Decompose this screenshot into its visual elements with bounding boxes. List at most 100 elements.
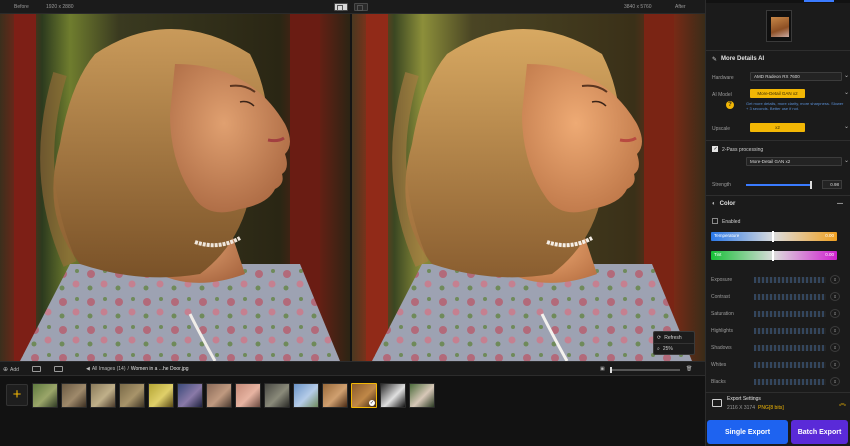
export-format: PNG [758,405,769,411]
adjustment-row-whites: Whites ⇕ [711,360,845,370]
thumbnail-1[interactable] [32,383,58,408]
info-icon[interactable]: ? [726,101,734,109]
export-settings-label: Export Settings [727,396,761,402]
filmstrip-view-button[interactable] [54,366,63,372]
adjustment-stepper[interactable]: ⇕ [830,309,840,318]
thumbnail-3[interactable] [90,383,116,408]
filmstrip: + ✓ [0,376,705,446]
before-label: Before [14,4,29,10]
collapse-icon[interactable]: — [837,201,843,207]
color-title: Color [719,201,736,207]
color-enabled-checkbox[interactable] [712,218,718,224]
adjustment-slider[interactable] [754,311,826,317]
adjustment-slider[interactable] [754,379,826,385]
breadcrumb-folder[interactable]: All Images (14) [92,366,126,372]
thumbnail-size-slider[interactable] [610,367,680,373]
thumbnail-8[interactable] [235,383,261,408]
color-section-icon: ◐ [712,201,716,207]
thumbnail-6[interactable] [177,383,203,408]
thumbnail-10[interactable] [293,383,319,408]
strength-value-field[interactable]: 0.98 [822,180,842,189]
adjustment-stepper[interactable]: ⇕ [830,360,840,369]
image-viewer[interactable]: ⟳ Refresh ⌕ 25% [0,14,705,361]
upscale-select[interactable]: x2 [750,123,805,132]
upscale-value: x2 [775,125,780,130]
tint-slider[interactable]: Tint 0.00 [711,250,837,261]
adjustment-label: Shadows [711,345,732,351]
before-image-pane[interactable] [0,14,350,361]
ai-model-value: More-Detail GAN x2 [757,91,798,96]
thumbnail-12[interactable]: ✓ [351,383,377,408]
ai-model-label: AI Model [712,92,732,98]
temperature-slider[interactable]: Temperature 0.00 [711,231,837,242]
side-by-side-toggle[interactable] [354,3,368,11]
zoom-level-select[interactable]: ⌕ 25% [654,343,694,354]
breadcrumb-separator: / [127,366,129,372]
thumbnail-13[interactable] [380,383,406,408]
adjustment-row-highlights: Highlights ⇕ [711,326,845,336]
thumbnail-4[interactable] [119,383,145,408]
adjustment-row-saturation: Saturation ⇕ [711,309,845,319]
trash-icon[interactable]: 🗑 [686,366,692,372]
chevron-down-icon[interactable]: ⌄ [844,123,849,130]
adjustment-slider[interactable] [754,362,826,368]
thumbnail-9[interactable] [264,383,290,408]
thumbnail-2[interactable] [61,383,87,408]
thumbnail-size-icon: ▣ [600,366,605,372]
navigator-preview[interactable] [766,10,792,42]
add-image-button[interactable]: + [6,384,28,406]
tint-knob[interactable] [772,250,774,261]
adjustment-label: Saturation [711,311,734,317]
strength-slider-knob[interactable] [809,181,812,189]
ai-model-select[interactable]: More-Detail GAN x2 [750,89,805,98]
adjustment-stepper[interactable]: ⇕ [830,377,840,386]
adjustment-stepper[interactable]: ⇕ [830,275,840,284]
chevron-down-icon[interactable]: ⌄ [844,89,849,96]
adjustment-stepper[interactable]: ⇕ [830,326,840,335]
single-export-button[interactable]: Single Export [707,420,788,444]
adjustment-label: Highlights [711,328,733,334]
thumbnail-5[interactable] [148,383,174,408]
adjustment-stepper[interactable]: ⇕ [830,343,840,352]
thumbnail-14[interactable] [409,383,435,408]
batch-export-button[interactable]: Batch Export [791,420,848,444]
strength-slider[interactable] [746,181,812,189]
refresh-label: Refresh [664,334,682,341]
thumbnail-11[interactable] [322,383,348,408]
temperature-knob[interactable] [772,231,774,242]
back-arrow-icon[interactable]: ◀ [86,366,90,372]
zoom-icon: ⌕ [657,346,660,352]
thumbnail-size-knob[interactable] [610,367,612,373]
adjustment-row-exposure: Exposure ⇕ [711,275,845,285]
section-more-details-ai[interactable]: ✎ More Details AI [706,50,850,67]
hardware-select[interactable]: AMD Radeon RX 7600 [750,72,842,81]
adjustment-stepper[interactable]: ⇕ [830,292,840,301]
adjustment-slider[interactable] [754,277,826,283]
thumbnail-7[interactable] [206,383,232,408]
section-color[interactable]: ◐ Color — [706,195,850,212]
adjustment-slider[interactable] [754,328,826,334]
twopass-checkbox[interactable] [712,146,718,152]
zoom-value: 25% [662,346,673,352]
after-label: After [675,4,686,10]
twopass-model-select[interactable]: More-Detail GAN x2 [746,157,842,166]
single-export-label: Single Export [724,428,771,436]
tint-label: Tint [714,252,722,257]
export-settings[interactable]: Export Settings 2116 X 3174 PNG [8 bits]… [705,392,850,418]
split-view-toggle[interactable] [334,3,348,11]
adjustment-slider[interactable] [754,345,826,351]
refresh-button[interactable]: ⟳ Refresh [654,332,694,343]
twopass-label: 2-Pass processing [722,147,764,153]
temperature-value: 0.00 [825,233,834,238]
expand-up-icon[interactable]: ︽ [839,398,846,408]
chevron-down-icon[interactable]: ⌄ [844,157,849,164]
after-image-pane[interactable] [352,14,705,361]
adjustment-slider[interactable] [754,294,826,300]
filmstrip-icon [54,366,63,372]
adjustment-row-shadows: Shadows ⇕ [711,343,845,353]
grid-view-button[interactable] [32,366,41,372]
add-images-button[interactable]: ⊕ Add [3,366,19,374]
chevron-down-icon[interactable]: ⌄ [844,72,849,79]
adjustment-row-blacks: Blacks ⇕ [711,377,845,387]
enabled-label: Enabled [722,219,741,225]
